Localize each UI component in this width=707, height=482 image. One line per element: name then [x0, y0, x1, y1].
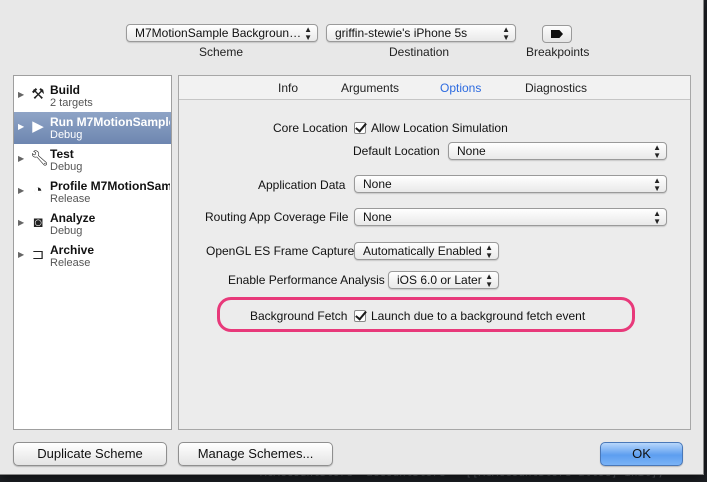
disclosure-triangle-icon[interactable]: ▶ — [18, 154, 24, 163]
routing-coverage-value: None — [363, 210, 392, 224]
disclosure-triangle-icon[interactable]: ▶ — [18, 186, 24, 195]
allow-location-checkbox[interactable] — [354, 122, 366, 134]
disclosure-triangle-icon[interactable]: ▶ — [18, 218, 24, 227]
action-subtitle: Debug — [50, 225, 83, 237]
action-test[interactable]: ▶ 🔧︎ Test Debug — [14, 144, 171, 176]
tab-options[interactable]: Options — [440, 81, 481, 95]
performance-analysis-value: iOS 6.0 or Later — [397, 273, 482, 287]
ok-button[interactable]: OK — [600, 442, 683, 466]
action-archive[interactable]: ▶ ⊐ Archive Release — [14, 240, 171, 272]
action-subtitle: Release — [50, 257, 91, 269]
opengl-capture-value: Automatically Enabled — [363, 244, 482, 258]
default-location-value: None — [457, 144, 486, 158]
popup-arrows-icon: ▲ ▼ — [653, 176, 661, 193]
scheme-popup[interactable]: M7MotionSample Backgroun… ▲ ▼ — [126, 24, 318, 42]
default-location-popup[interactable]: None ▲ ▼ — [448, 142, 667, 160]
manage-schemes-button[interactable]: Manage Schemes... — [178, 442, 333, 466]
action-analyze[interactable]: ▶ ◙ Analyze Debug — [14, 208, 171, 240]
scheme-value: M7MotionSample Backgroun… — [135, 26, 302, 40]
performance-analysis-popup[interactable]: iOS 6.0 or Later ▲ ▼ — [388, 271, 499, 289]
scheme-label: Scheme — [199, 45, 244, 59]
action-subtitle: 2 targets — [50, 97, 93, 109]
core-location-label: Core Location — [273, 121, 348, 135]
archive-icon: ⊐ — [31, 246, 45, 263]
application-data-popup[interactable]: None ▲ ▼ — [354, 175, 667, 193]
scheme-editor-sheet: M7MotionSample Backgroun… ▲ ▼ Scheme grif… — [0, 0, 704, 475]
tab-arguments[interactable]: Arguments — [341, 81, 399, 95]
play-icon: ▶ — [32, 118, 44, 135]
action-title: Archive — [50, 243, 95, 257]
tab-info[interactable]: Info — [278, 81, 298, 95]
opengl-capture-label: OpenGL ES Frame Capture — [206, 244, 355, 258]
application-data-value: None — [363, 177, 392, 191]
default-location-label: Default Location — [353, 144, 440, 158]
action-title: Test — [50, 147, 74, 161]
allow-location-text[interactable]: Allow Location Simulation — [371, 121, 508, 135]
breakpoint-icon — [551, 30, 563, 38]
destination-label: Destination — [389, 45, 450, 59]
duplicate-scheme-button[interactable]: Duplicate Scheme — [13, 442, 167, 466]
action-title: Build — [50, 83, 80, 97]
gauge-icon: ◔ — [33, 182, 43, 199]
action-profile[interactable]: ▶ ◔ Profile M7MotionSample Release — [14, 176, 171, 208]
disclosure-triangle-icon[interactable]: ▶ — [18, 122, 24, 131]
background-fetch-label: Background Fetch — [250, 309, 348, 323]
breakpoints-button[interactable] — [542, 25, 572, 43]
action-title: Profile M7MotionSample — [50, 179, 170, 193]
application-data-label: Application Data — [258, 178, 346, 192]
action-subtitle: Release — [50, 193, 91, 205]
action-title: Analyze — [50, 211, 96, 225]
performance-analysis-label: Enable Performance Analysis — [228, 273, 385, 287]
action-title: Run M7MotionSample — [50, 115, 170, 129]
routing-coverage-label: Routing App Coverage File — [205, 210, 349, 224]
hammer-icon: ⚒ — [31, 86, 45, 103]
popup-arrows-icon: ▲ ▼ — [485, 272, 493, 289]
analyze-icon: ◙ — [33, 214, 43, 231]
action-build[interactable]: ▶ ⚒ Build 2 targets — [14, 80, 171, 112]
popup-arrows-icon: ▲ ▼ — [653, 209, 661, 226]
tab-diagnostics[interactable]: Diagnostics — [525, 81, 587, 95]
destination-value: griffin-stewie's iPhone 5s — [335, 26, 468, 40]
action-run[interactable]: ▶ ▶ Run M7MotionSample Debug — [14, 112, 171, 144]
background-fetch-checkbox[interactable] — [354, 310, 366, 322]
routing-coverage-popup[interactable]: None ▲ ▼ — [354, 208, 667, 226]
action-subtitle: Debug — [50, 129, 83, 141]
popup-arrows-icon: ▲ ▼ — [502, 25, 510, 42]
disclosure-triangle-icon[interactable]: ▶ — [18, 90, 24, 99]
disclosure-triangle-icon[interactable]: ▶ — [18, 250, 24, 259]
scheme-actions-list: ▶ ⚒ Build 2 targets ▶ ▶ Run M7MotionSamp… — [13, 75, 172, 430]
popup-arrows-icon: ▲ ▼ — [304, 25, 312, 42]
action-subtitle: Debug — [50, 161, 83, 173]
opengl-capture-popup[interactable]: Automatically Enabled ▲ ▼ — [354, 242, 499, 260]
destination-popup[interactable]: griffin-stewie's iPhone 5s ▲ ▼ — [326, 24, 516, 42]
wrench-icon: 🔧︎ — [30, 150, 50, 167]
popup-arrows-icon: ▲ ▼ — [653, 143, 661, 160]
background-fetch-text[interactable]: Launch due to a background fetch event — [371, 309, 585, 323]
tab-bar: Info Arguments Options Diagnostics — [179, 76, 690, 100]
popup-arrows-icon: ▲ ▼ — [485, 243, 493, 260]
breakpoints-label: Breakpoints — [526, 45, 590, 59]
